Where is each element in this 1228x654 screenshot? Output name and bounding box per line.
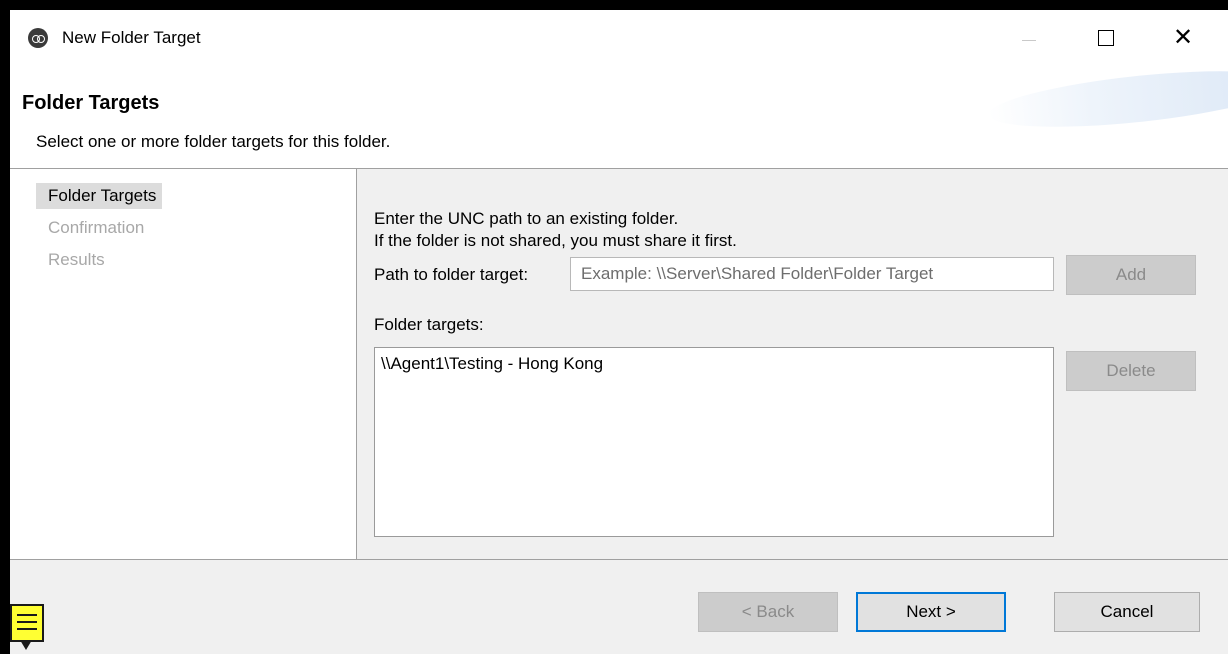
wizard-body: Folder Targets Confirmation Results Ente… <box>10 168 1228 560</box>
step-results: Results <box>48 250 105 269</box>
title-bar: New Folder Target ✕ <box>10 10 1228 68</box>
close-button[interactable]: ✕ <box>1160 18 1206 58</box>
steps-pane: Folder Targets Confirmation Results <box>10 169 357 559</box>
instruction-line-1: Enter the UNC path to an existing folder… <box>374 209 679 228</box>
header-decoration <box>986 68 1228 138</box>
page-title: Folder Targets <box>22 92 160 114</box>
step-folder-targets[interactable]: Folder Targets <box>36 183 163 209</box>
minimize-icon <box>1022 40 1036 41</box>
folder-targets-list[interactable]: \\Agent1\Testing - Hong Kong <box>374 347 1054 537</box>
path-input[interactable] <box>570 257 1054 291</box>
minimize-button[interactable] <box>1006 18 1052 58</box>
list-item[interactable]: \\Agent1\Testing - Hong Kong <box>381 354 603 374</box>
page-description: Select one or more folder targets for th… <box>36 132 391 151</box>
note-pointer-icon <box>20 640 32 650</box>
app-logo-icon <box>28 28 48 48</box>
back-button[interactable]: < Back <box>698 592 838 632</box>
wizard-header: Folder Targets Select one or more folder… <box>10 68 1228 168</box>
path-label: Path to folder target: <box>374 265 529 284</box>
next-button[interactable]: Next > <box>856 592 1006 632</box>
maximize-icon <box>1098 30 1114 46</box>
new-folder-target-dialog: New Folder Target ✕ Folder Targets Selec… <box>10 10 1228 654</box>
folder-targets-label: Folder targets: <box>374 315 484 334</box>
close-icon: ✕ <box>1172 24 1194 51</box>
folder-targets-panel: Enter the UNC path to an existing folder… <box>356 169 1228 559</box>
window-title: New Folder Target <box>62 28 201 47</box>
cancel-button[interactable]: Cancel <box>1054 592 1200 632</box>
step-confirmation: Confirmation <box>48 218 145 237</box>
maximize-button[interactable] <box>1082 18 1128 58</box>
delete-button[interactable]: Delete <box>1066 351 1196 391</box>
note-icon[interactable] <box>10 604 44 642</box>
wizard-footer: < Back Next > Cancel <box>10 560 1228 654</box>
instruction-line-2: If the folder is not shared, you must sh… <box>374 231 737 250</box>
add-button[interactable]: Add <box>1066 255 1196 295</box>
